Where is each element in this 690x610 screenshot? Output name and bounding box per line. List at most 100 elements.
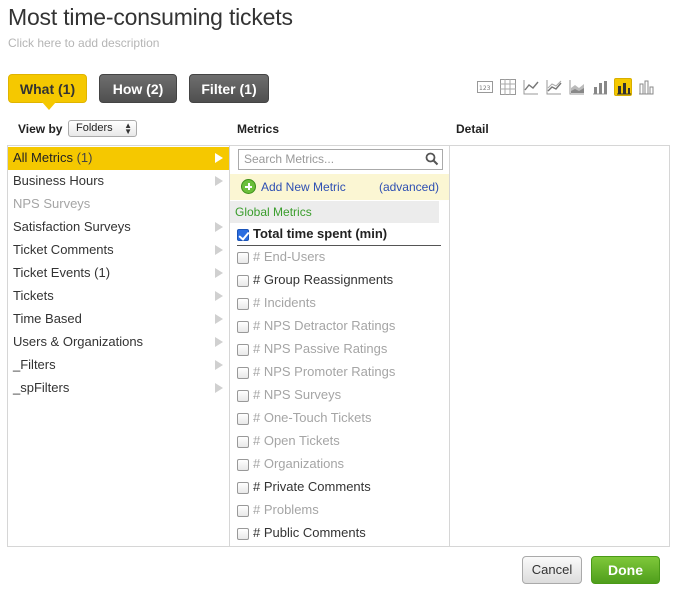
chevron-right-icon [215, 314, 223, 324]
table-icon[interactable] [499, 78, 517, 96]
chevron-right-icon [215, 337, 223, 347]
cancel-button[interactable]: Cancel [522, 556, 582, 584]
page-title: Most time-consuming tickets [8, 4, 293, 30]
tab-filter[interactable]: Filter (1) [189, 74, 269, 103]
folder-all-metrics[interactable]: All Metrics (1) [8, 147, 229, 170]
metric-label: # NPS Passive Ratings [253, 341, 388, 356]
view-by-value: Folders [76, 122, 113, 134]
metric-checkbox[interactable] [237, 505, 249, 517]
add-icon[interactable] [241, 179, 256, 194]
folder-business-hours[interactable]: Business Hours [8, 170, 229, 193]
stacked-column-icon[interactable] [637, 78, 655, 96]
folder-tickets[interactable]: Tickets [8, 285, 229, 308]
search-placeholder: Search Metrics... [244, 152, 335, 166]
metric-open-tickets[interactable]: # Open Tickets [237, 430, 442, 453]
metrics-header: Metrics [237, 122, 280, 136]
metric-checkbox[interactable] [237, 528, 249, 540]
metric-label: Total time spent (min) [253, 226, 388, 241]
metric-checkbox[interactable] [237, 275, 249, 287]
folder-label: NPS Surveys [13, 196, 91, 211]
metrics-list: Search Metrics... Add New Metric (advanc… [229, 146, 450, 546]
chevron-right-icon [215, 153, 223, 163]
metric-public-comments[interactable]: # Public Comments [237, 522, 442, 545]
chevron-right-icon [215, 383, 223, 393]
select-arrows-icon: ▲ ▼ [124, 121, 132, 136]
metric-end-users[interactable]: # End-Users [237, 246, 442, 269]
chevron-right-icon [215, 176, 223, 186]
chevron-right-icon [215, 360, 223, 370]
folder-time-based[interactable]: Time Based [8, 308, 229, 331]
tab-how[interactable]: How (2) [99, 74, 177, 103]
folder-label: Ticket Events [13, 265, 91, 280]
metric-checkbox[interactable] [237, 344, 249, 356]
add-new-metric-link[interactable]: Add New Metric [261, 174, 346, 200]
number-icon[interactable]: 123 [476, 78, 494, 96]
folder-label: Ticket Comments [13, 242, 114, 257]
folder-ticket-comments[interactable]: Ticket Comments [8, 239, 229, 262]
column-chart-icon[interactable] [614, 78, 632, 96]
metric-label: # Incidents [253, 295, 316, 310]
metric-nps-detractor[interactable]: # NPS Detractor Ratings [237, 315, 442, 338]
bar-chart-icon[interactable] [591, 78, 609, 96]
metric-label: # Problems [253, 502, 319, 517]
chart-type-toolbar: 123 [476, 78, 655, 96]
metric-checkbox[interactable] [237, 298, 249, 310]
view-by-select[interactable]: Folders ▲ ▼ [68, 120, 137, 137]
chevron-right-icon [215, 222, 223, 232]
folder-spfilters[interactable]: _spFilters [8, 377, 229, 400]
metric-incidents[interactable]: # Incidents [237, 292, 442, 315]
detail-header: Detail [456, 122, 489, 136]
metric-organizations[interactable]: # Organizations [237, 453, 442, 476]
folder-ticket-events[interactable]: Ticket Events (1) [8, 262, 229, 285]
folder-label: Users & Organizations [13, 334, 144, 349]
search-metrics-input[interactable]: Search Metrics... [238, 149, 443, 170]
area-line-icon[interactable] [545, 78, 563, 96]
metric-label: # NPS Promoter Ratings [253, 364, 396, 379]
metric-label: # NPS Surveys [253, 387, 342, 402]
tab-what[interactable]: What (1) [8, 74, 87, 110]
metric-label: # One-Touch Tickets [253, 410, 372, 425]
svg-text:123: 123 [479, 85, 491, 92]
folder-label: _Filters [13, 357, 56, 372]
folder-count: (1) [76, 150, 93, 165]
chevron-right-icon [215, 291, 223, 301]
folder-users-organizations[interactable]: Users & Organizations [8, 331, 229, 354]
folder-label: All Metrics [13, 150, 73, 165]
metric-checkbox[interactable] [237, 229, 249, 241]
metric-checkbox[interactable] [237, 390, 249, 402]
search-icon[interactable] [425, 152, 439, 172]
folder-filters[interactable]: _Filters [8, 354, 229, 377]
metric-checkbox[interactable] [237, 482, 249, 494]
tab-what-label: What (1) [19, 81, 76, 97]
metric-group-reassignments[interactable]: # Group Reassignments [237, 269, 442, 292]
metric-checkbox[interactable] [237, 459, 249, 471]
metric-nps-passive[interactable]: # NPS Passive Ratings [237, 338, 442, 361]
metric-label: # Organizations [253, 456, 345, 471]
folder-label: Tickets [13, 288, 54, 303]
description-placeholder[interactable]: Click here to add description [8, 36, 159, 50]
view-by-label: View by [18, 122, 63, 136]
advanced-link[interactable]: (advanced) [379, 174, 439, 200]
metric-one-touch-tickets[interactable]: # One-Touch Tickets [237, 407, 442, 430]
metric-total-time-spent[interactable]: Total time spent (min) [237, 223, 441, 246]
line-chart-icon[interactable] [522, 78, 540, 96]
stacked-area-icon[interactable] [568, 78, 586, 96]
metric-checkbox[interactable] [237, 413, 249, 425]
metric-checkbox[interactable] [237, 367, 249, 379]
done-button[interactable]: Done [591, 556, 660, 584]
metric-checkbox[interactable] [237, 436, 249, 448]
folder-count: (1) [94, 265, 111, 280]
metric-label: # Private Comments [253, 479, 371, 494]
metric-label: # Open Tickets [253, 433, 340, 448]
metric-private-comments[interactable]: # Private Comments [237, 476, 442, 499]
metric-nps-surveys[interactable]: # NPS Surveys [237, 384, 442, 407]
metric-label: # Group Reassignments [253, 272, 394, 287]
metric-checkbox[interactable] [237, 252, 249, 264]
folder-label: _spFilters [13, 380, 70, 395]
tab-pointer [42, 102, 56, 110]
metric-checkbox[interactable] [237, 321, 249, 333]
metric-nps-promoter[interactable]: # NPS Promoter Ratings [237, 361, 442, 384]
folder-satisfaction-surveys[interactable]: Satisfaction Surveys [8, 216, 229, 239]
add-new-metric-row: Add New Metric (advanced) [230, 174, 449, 200]
metric-problems[interactable]: # Problems [237, 499, 442, 522]
